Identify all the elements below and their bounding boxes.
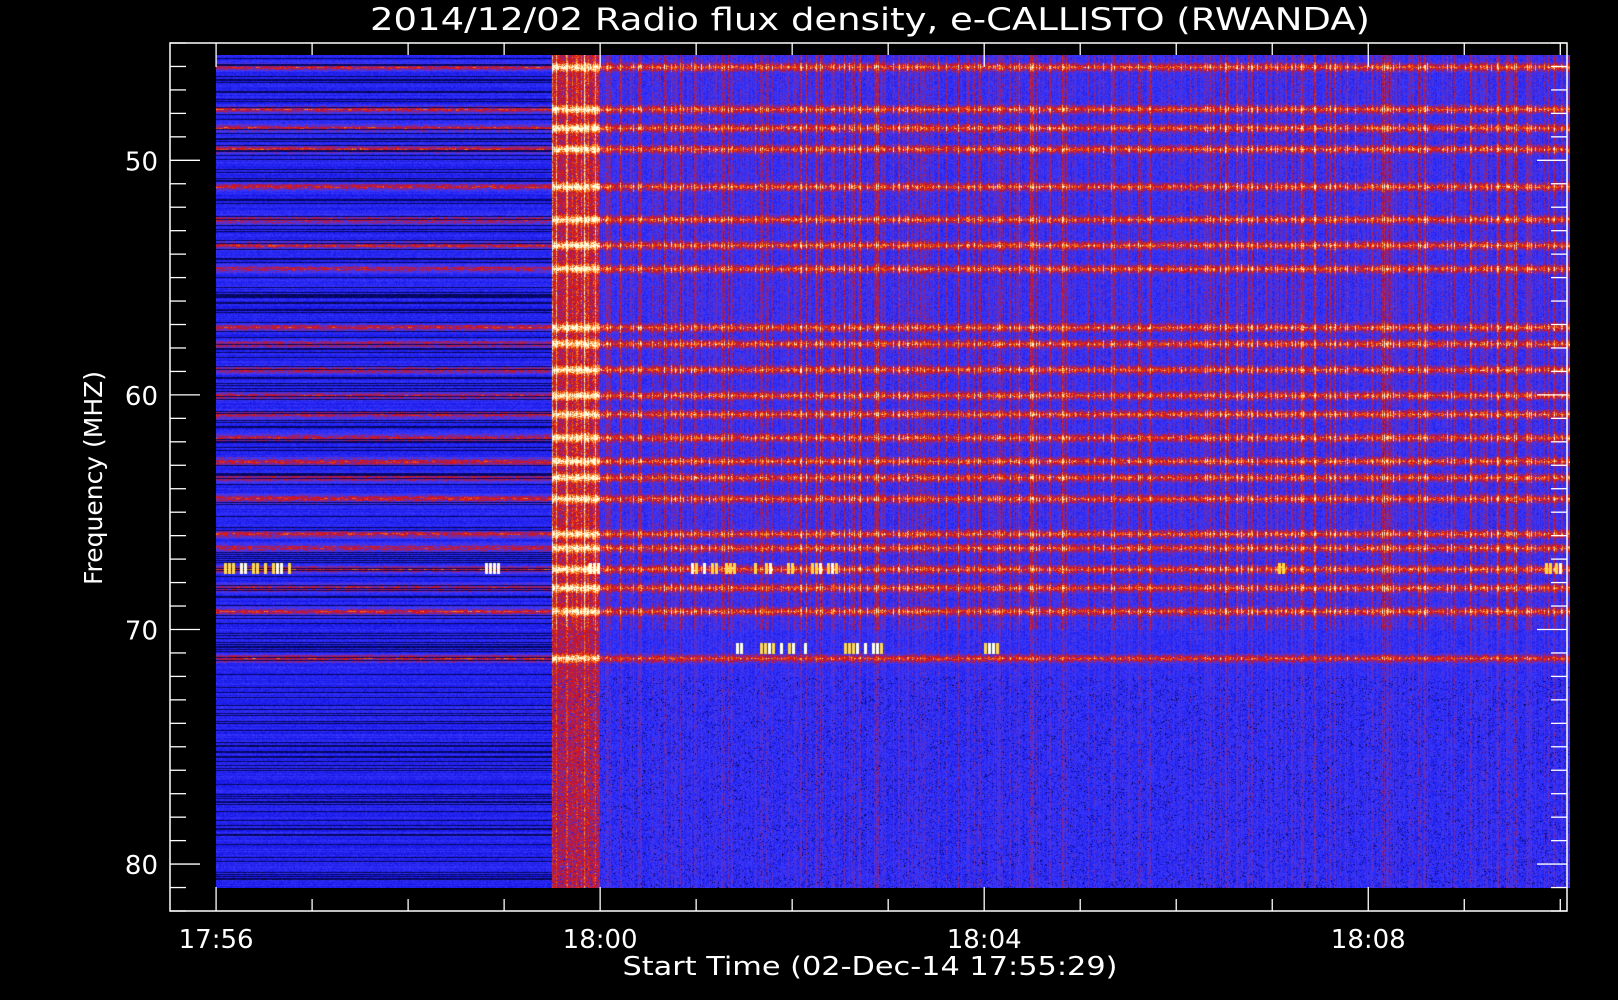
spectrogram-image [216, 55, 1570, 888]
y-tick-label: 70 [125, 616, 158, 646]
y-tick-label: 60 [125, 382, 158, 412]
x-tick-label: 18:08 [1331, 925, 1406, 955]
spectrogram-figure: 2014/12/02 Radio flux density, e-CALLIST… [0, 0, 1618, 1000]
y-tick-label: 80 [125, 851, 158, 881]
heatmap-image [216, 55, 1570, 888]
y-axis-label: Frequency (MHZ) [79, 371, 108, 585]
y-tick-label: 50 [125, 147, 158, 177]
chart-title: 2014/12/02 Radio flux density, e-CALLIST… [370, 2, 1370, 38]
x-axis-label: Start Time (02-Dec-14 17:55:29) [623, 952, 1118, 982]
x-tick-label: 18:00 [563, 925, 638, 955]
x-tick-label: 18:04 [947, 925, 1022, 955]
plot-area: 17:56 18:00 18:04 18:08 50 60 70 80 [125, 42, 1570, 955]
x-tick-label: 17:56 [179, 925, 254, 955]
